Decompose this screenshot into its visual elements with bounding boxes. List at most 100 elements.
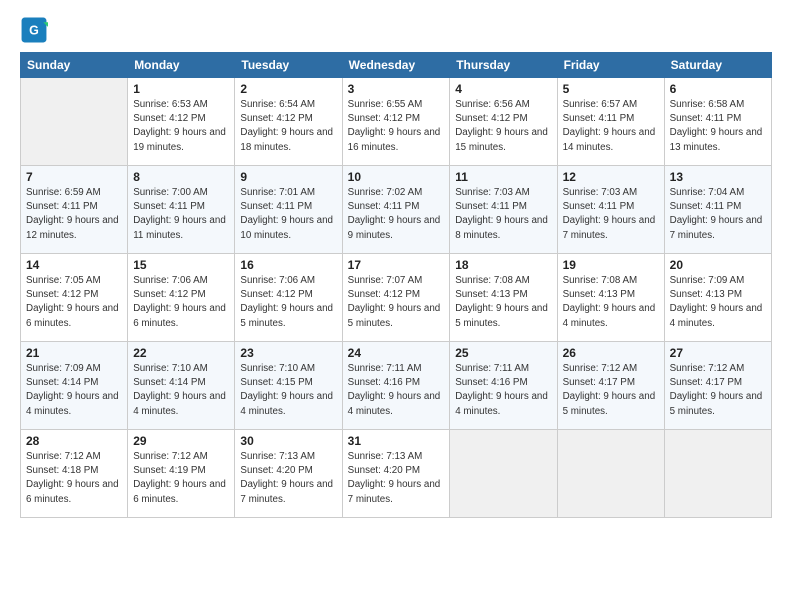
calendar-cell: 6 Sunrise: 6:58 AM Sunset: 4:11 PM Dayli… [664, 78, 771, 166]
calendar-week-row: 1 Sunrise: 6:53 AM Sunset: 4:12 PM Dayli… [21, 78, 772, 166]
weekday-header: Sunday [21, 53, 128, 78]
day-number: 14 [26, 258, 122, 272]
weekday-header: Thursday [450, 53, 557, 78]
day-number: 3 [348, 82, 445, 96]
calendar-cell: 27 Sunrise: 7:12 AM Sunset: 4:17 PM Dayl… [664, 342, 771, 430]
page-container: G SundayMondayTuesdayWednesdayThursdayFr… [0, 0, 792, 528]
day-info: Sunrise: 7:13 AM Sunset: 4:20 PM Dayligh… [348, 450, 445, 507]
day-number: 11 [455, 170, 551, 184]
day-info: Sunrise: 6:54 AM Sunset: 4:12 PM Dayligh… [240, 98, 336, 155]
calendar-week-row: 21 Sunrise: 7:09 AM Sunset: 4:14 PM Dayl… [21, 342, 772, 430]
calendar-cell: 13 Sunrise: 7:04 AM Sunset: 4:11 PM Dayl… [664, 166, 771, 254]
day-info: Sunrise: 7:07 AM Sunset: 4:12 PM Dayligh… [348, 274, 445, 331]
calendar-cell: 2 Sunrise: 6:54 AM Sunset: 4:12 PM Dayli… [235, 78, 342, 166]
day-number: 5 [563, 82, 659, 96]
calendar-header-row: SundayMondayTuesdayWednesdayThursdayFrid… [21, 53, 772, 78]
calendar-cell: 23 Sunrise: 7:10 AM Sunset: 4:15 PM Dayl… [235, 342, 342, 430]
calendar-cell [21, 78, 128, 166]
calendar-cell [664, 430, 771, 518]
calendar-cell: 19 Sunrise: 7:08 AM Sunset: 4:13 PM Dayl… [557, 254, 664, 342]
day-number: 24 [348, 346, 445, 360]
day-info: Sunrise: 7:03 AM Sunset: 4:11 PM Dayligh… [563, 186, 659, 243]
day-info: Sunrise: 7:10 AM Sunset: 4:14 PM Dayligh… [133, 362, 229, 419]
calendar-cell: 3 Sunrise: 6:55 AM Sunset: 4:12 PM Dayli… [342, 78, 450, 166]
day-info: Sunrise: 7:12 AM Sunset: 4:17 PM Dayligh… [563, 362, 659, 419]
calendar-cell: 7 Sunrise: 6:59 AM Sunset: 4:11 PM Dayli… [21, 166, 128, 254]
day-number: 20 [670, 258, 766, 272]
calendar-cell: 30 Sunrise: 7:13 AM Sunset: 4:20 PM Dayl… [235, 430, 342, 518]
calendar-week-row: 28 Sunrise: 7:12 AM Sunset: 4:18 PM Dayl… [21, 430, 772, 518]
day-info: Sunrise: 7:08 AM Sunset: 4:13 PM Dayligh… [455, 274, 551, 331]
day-info: Sunrise: 7:12 AM Sunset: 4:19 PM Dayligh… [133, 450, 229, 507]
day-info: Sunrise: 6:56 AM Sunset: 4:12 PM Dayligh… [455, 98, 551, 155]
calendar-cell: 4 Sunrise: 6:56 AM Sunset: 4:12 PM Dayli… [450, 78, 557, 166]
calendar-cell: 11 Sunrise: 7:03 AM Sunset: 4:11 PM Dayl… [450, 166, 557, 254]
day-info: Sunrise: 6:59 AM Sunset: 4:11 PM Dayligh… [26, 186, 122, 243]
day-number: 28 [26, 434, 122, 448]
logo: G [20, 16, 52, 44]
day-number: 15 [133, 258, 229, 272]
day-info: Sunrise: 7:09 AM Sunset: 4:13 PM Dayligh… [670, 274, 766, 331]
day-info: Sunrise: 7:13 AM Sunset: 4:20 PM Dayligh… [240, 450, 336, 507]
calendar-cell: 26 Sunrise: 7:12 AM Sunset: 4:17 PM Dayl… [557, 342, 664, 430]
day-info: Sunrise: 6:57 AM Sunset: 4:11 PM Dayligh… [563, 98, 659, 155]
calendar-cell: 20 Sunrise: 7:09 AM Sunset: 4:13 PM Dayl… [664, 254, 771, 342]
day-number: 4 [455, 82, 551, 96]
day-info: Sunrise: 7:08 AM Sunset: 4:13 PM Dayligh… [563, 274, 659, 331]
svg-text:G: G [29, 24, 39, 38]
day-info: Sunrise: 7:00 AM Sunset: 4:11 PM Dayligh… [133, 186, 229, 243]
day-number: 12 [563, 170, 659, 184]
day-number: 21 [26, 346, 122, 360]
day-info: Sunrise: 7:11 AM Sunset: 4:16 PM Dayligh… [348, 362, 445, 419]
day-number: 18 [455, 258, 551, 272]
day-number: 30 [240, 434, 336, 448]
day-number: 6 [670, 82, 766, 96]
day-info: Sunrise: 7:09 AM Sunset: 4:14 PM Dayligh… [26, 362, 122, 419]
calendar-week-row: 14 Sunrise: 7:05 AM Sunset: 4:12 PM Dayl… [21, 254, 772, 342]
day-number: 9 [240, 170, 336, 184]
day-number: 31 [348, 434, 445, 448]
day-info: Sunrise: 7:12 AM Sunset: 4:18 PM Dayligh… [26, 450, 122, 507]
day-info: Sunrise: 7:03 AM Sunset: 4:11 PM Dayligh… [455, 186, 551, 243]
calendar-cell: 29 Sunrise: 7:12 AM Sunset: 4:19 PM Dayl… [128, 430, 235, 518]
day-number: 13 [670, 170, 766, 184]
weekday-header: Tuesday [235, 53, 342, 78]
day-info: Sunrise: 7:06 AM Sunset: 4:12 PM Dayligh… [240, 274, 336, 331]
day-number: 7 [26, 170, 122, 184]
day-number: 25 [455, 346, 551, 360]
calendar-cell: 16 Sunrise: 7:06 AM Sunset: 4:12 PM Dayl… [235, 254, 342, 342]
calendar-cell: 18 Sunrise: 7:08 AM Sunset: 4:13 PM Dayl… [450, 254, 557, 342]
day-info: Sunrise: 6:53 AM Sunset: 4:12 PM Dayligh… [133, 98, 229, 155]
day-info: Sunrise: 7:06 AM Sunset: 4:12 PM Dayligh… [133, 274, 229, 331]
calendar-cell: 22 Sunrise: 7:10 AM Sunset: 4:14 PM Dayl… [128, 342, 235, 430]
weekday-header: Friday [557, 53, 664, 78]
calendar-cell: 10 Sunrise: 7:02 AM Sunset: 4:11 PM Dayl… [342, 166, 450, 254]
logo-icon: G [20, 16, 48, 44]
day-info: Sunrise: 7:11 AM Sunset: 4:16 PM Dayligh… [455, 362, 551, 419]
day-info: Sunrise: 6:55 AM Sunset: 4:12 PM Dayligh… [348, 98, 445, 155]
day-info: Sunrise: 7:05 AM Sunset: 4:12 PM Dayligh… [26, 274, 122, 331]
day-number: 8 [133, 170, 229, 184]
day-number: 17 [348, 258, 445, 272]
calendar-cell: 9 Sunrise: 7:01 AM Sunset: 4:11 PM Dayli… [235, 166, 342, 254]
day-number: 27 [670, 346, 766, 360]
day-number: 2 [240, 82, 336, 96]
calendar-cell: 31 Sunrise: 7:13 AM Sunset: 4:20 PM Dayl… [342, 430, 450, 518]
calendar-cell: 21 Sunrise: 7:09 AM Sunset: 4:14 PM Dayl… [21, 342, 128, 430]
calendar-cell: 24 Sunrise: 7:11 AM Sunset: 4:16 PM Dayl… [342, 342, 450, 430]
weekday-header: Wednesday [342, 53, 450, 78]
calendar-cell [450, 430, 557, 518]
calendar-cell: 8 Sunrise: 7:00 AM Sunset: 4:11 PM Dayli… [128, 166, 235, 254]
calendar-cell: 28 Sunrise: 7:12 AM Sunset: 4:18 PM Dayl… [21, 430, 128, 518]
day-number: 29 [133, 434, 229, 448]
calendar-cell: 14 Sunrise: 7:05 AM Sunset: 4:12 PM Dayl… [21, 254, 128, 342]
weekday-header: Saturday [664, 53, 771, 78]
calendar-cell: 17 Sunrise: 7:07 AM Sunset: 4:12 PM Dayl… [342, 254, 450, 342]
calendar-table: SundayMondayTuesdayWednesdayThursdayFrid… [20, 52, 772, 518]
day-number: 19 [563, 258, 659, 272]
day-info: Sunrise: 7:04 AM Sunset: 4:11 PM Dayligh… [670, 186, 766, 243]
weekday-header: Monday [128, 53, 235, 78]
calendar-cell [557, 430, 664, 518]
day-info: Sunrise: 7:01 AM Sunset: 4:11 PM Dayligh… [240, 186, 336, 243]
day-info: Sunrise: 7:02 AM Sunset: 4:11 PM Dayligh… [348, 186, 445, 243]
